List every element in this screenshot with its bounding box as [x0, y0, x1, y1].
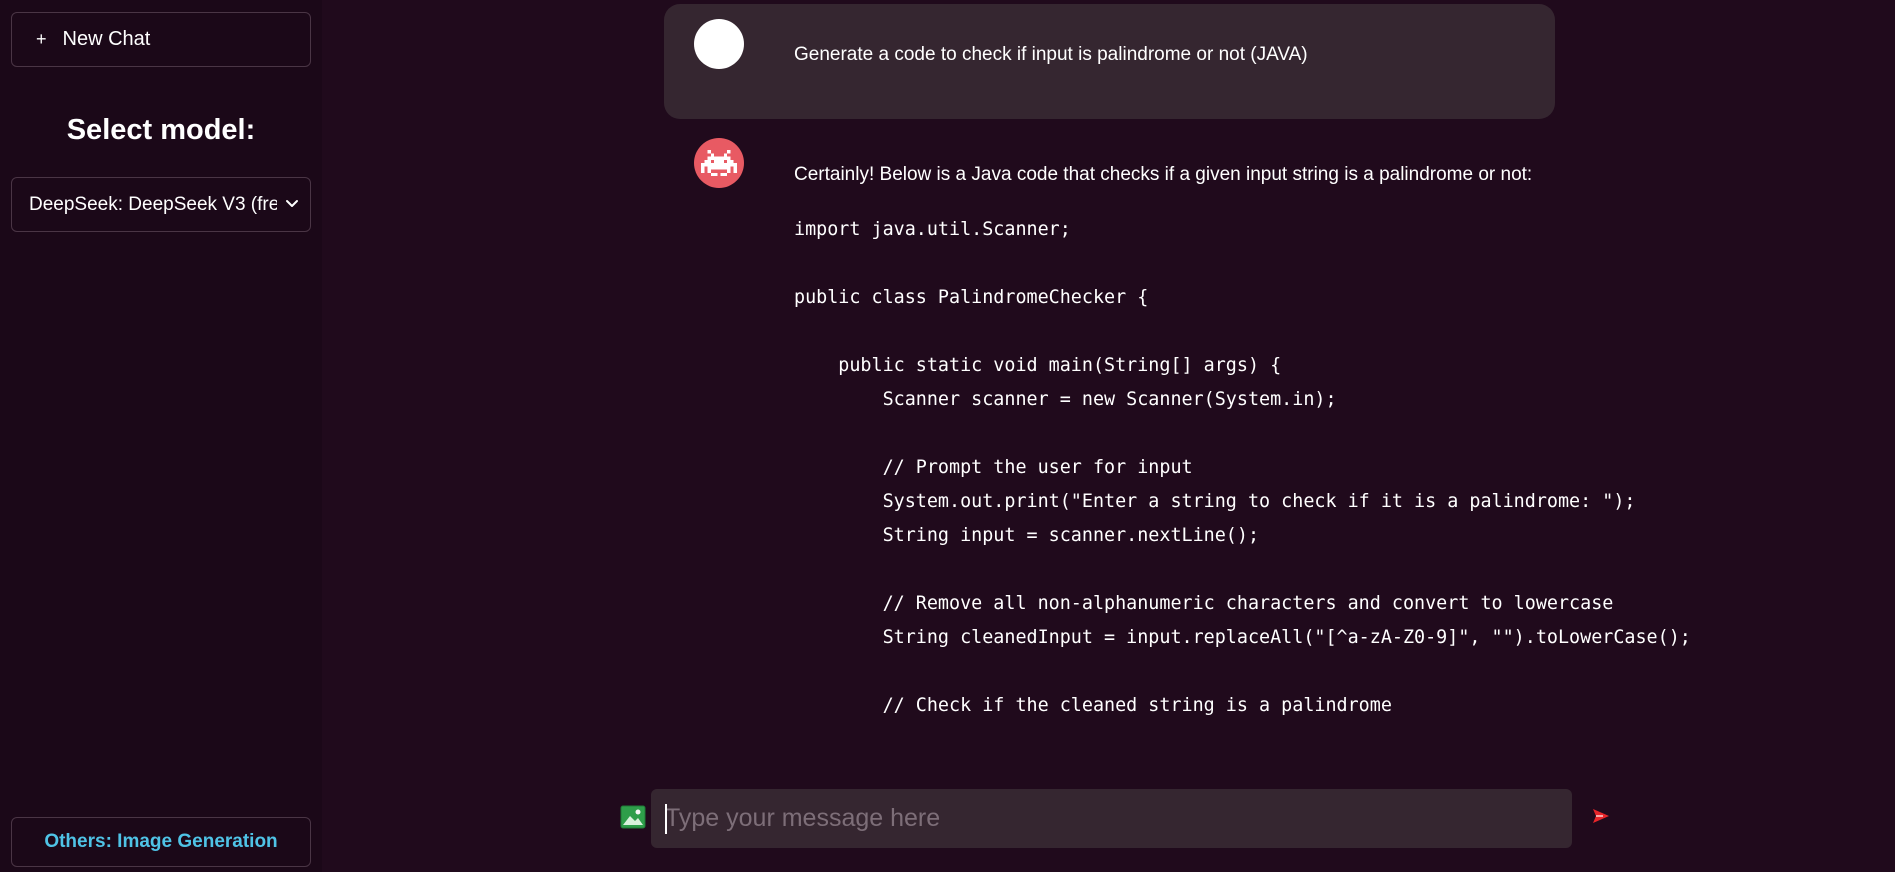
code-line: import java.util.Scanner;	[794, 219, 1071, 240]
code-block: import java.util.Scanner; public class Pa…	[794, 213, 1691, 723]
send-icon[interactable]	[1591, 806, 1611, 826]
user-avatar	[694, 19, 744, 69]
text-cursor	[665, 804, 667, 834]
bot-avatar	[694, 138, 744, 188]
code-line: String input = scanner.nextLine();	[794, 525, 1260, 546]
image-generation-button[interactable]: Others: Image Generation	[11, 817, 311, 867]
plus-icon: +	[36, 29, 47, 49]
sidebar: + New Chat Select model: DeepSeek: DeepS…	[0, 0, 322, 872]
code-line: Scanner scanner = new Scanner(System.in)…	[794, 389, 1337, 410]
code-line: public static void main(String[] args) {	[794, 355, 1282, 376]
new-chat-button[interactable]: + New Chat	[11, 12, 311, 67]
code-line: // Remove all non-alphanumeric character…	[794, 593, 1614, 614]
model-select-value: DeepSeek: DeepSeek V3 (free)	[29, 193, 277, 215]
image-upload-icon[interactable]	[620, 805, 646, 829]
chevron-down-icon	[286, 200, 298, 207]
message-input[interactable]	[651, 789, 1572, 848]
code-line: // Prompt the user for input	[794, 457, 1193, 478]
user-message-text: Generate a code to check if input is pal…	[794, 44, 1308, 65]
code-line: // Check if the cleaned string is a pali…	[794, 695, 1392, 716]
code-line: public class PalindromeChecker {	[794, 287, 1149, 308]
bot-intro-text: Certainly! Below is a Java code that che…	[794, 164, 1533, 185]
space-invader-icon	[701, 150, 737, 176]
code-line: System.out.print("Enter a string to chec…	[794, 491, 1636, 512]
code-line: String cleanedInput = input.replaceAll("…	[794, 627, 1691, 648]
select-model-title: Select model:	[66, 114, 256, 146]
model-select[interactable]: DeepSeek: DeepSeek V3 (free)	[11, 177, 311, 232]
new-chat-label: New Chat	[62, 28, 151, 50]
